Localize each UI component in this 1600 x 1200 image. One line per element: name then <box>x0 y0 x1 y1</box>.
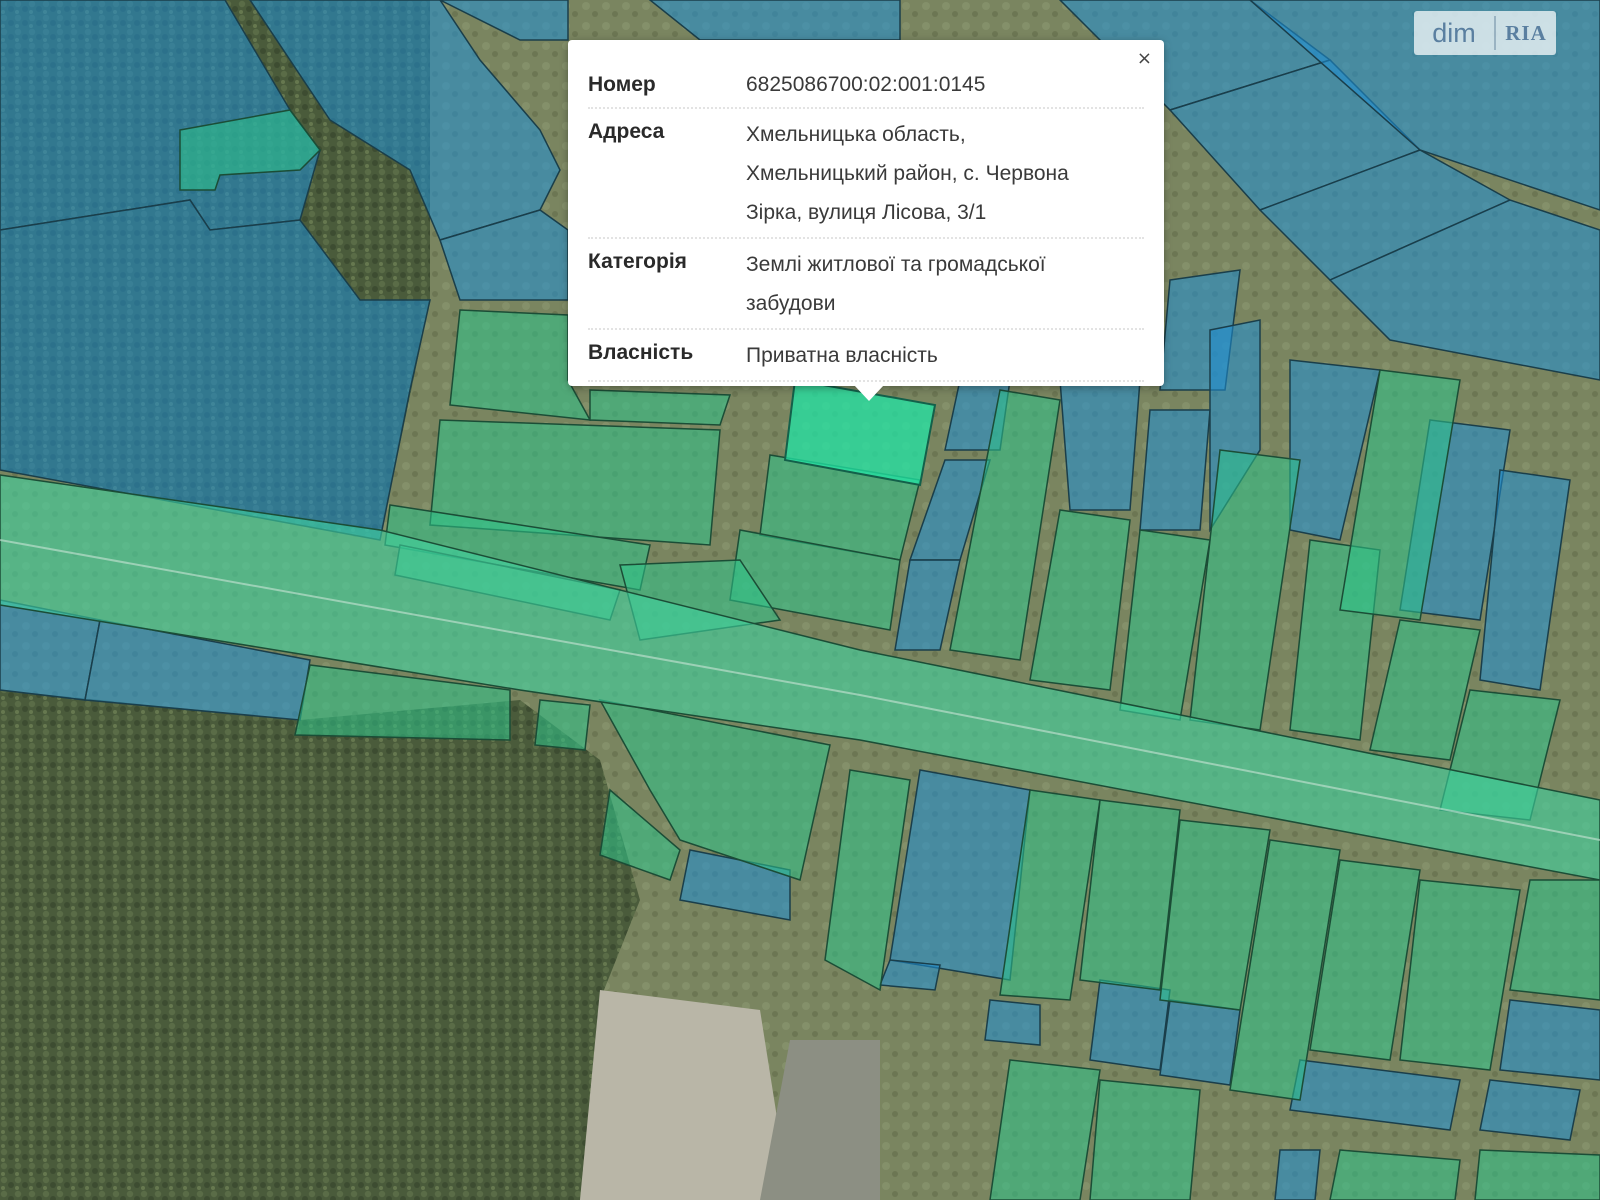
info-key: Власність <box>588 341 694 364</box>
info-value-line: Приватна власність <box>746 344 938 367</box>
parcel[interactable] <box>1499 999 1600 1081</box>
parcel[interactable] <box>989 1059 1101 1200</box>
info-value-line: забудови <box>746 292 836 315</box>
info-key: Номер <box>588 73 656 96</box>
parcel[interactable] <box>1274 1149 1321 1200</box>
parcel[interactable] <box>589 389 732 426</box>
info-row-category: Категорія Землі житлової та громадської … <box>588 239 1144 330</box>
parcel[interactable] <box>1474 1149 1600 1200</box>
parcel[interactable] <box>1479 1079 1581 1141</box>
info-row-number: Номер 6825086700:02:001:0145 <box>588 62 1144 109</box>
parcel[interactable] <box>1139 409 1211 531</box>
parcel[interactable] <box>1089 979 1171 1071</box>
parcel[interactable] <box>1059 379 1141 511</box>
info-value: Землі житлової та громадської забудови <box>746 245 1144 323</box>
info-value-line: Хмельницький район, с. Червона <box>746 162 1069 185</box>
info-key: Адреса <box>588 120 665 143</box>
parcel[interactable] <box>1089 1079 1201 1200</box>
logo-ria-text: RIA <box>1505 20 1547 45</box>
logo-dim-text: dim <box>1414 16 1496 50</box>
info-value: Приватна власність <box>746 336 1144 375</box>
close-icon[interactable]: × <box>1137 50 1152 68</box>
info-value: 6825086700:02:001:0145 <box>746 68 1144 102</box>
info-value-line: 6825086700:02:001:0145 <box>746 73 986 96</box>
info-key: Категорія <box>588 250 687 273</box>
parcel[interactable] <box>984 999 1041 1046</box>
popup-pointer <box>854 385 884 401</box>
parcel[interactable] <box>1159 999 1241 1086</box>
info-value-line: Землі житлової та громадської <box>746 253 1046 276</box>
parcel[interactable] <box>534 699 591 751</box>
parcel[interactable] <box>878 959 941 991</box>
info-row-address: Адреса Хмельницька область, Хмельницький… <box>588 109 1144 239</box>
parcel-info-popup: × Номер 6825086700:02:001:0145 Адреса Хм… <box>568 40 1164 401</box>
watermark-logo: dim RIA <box>1414 11 1556 55</box>
info-value: Хмельницька область, Хмельницький район,… <box>746 115 1144 232</box>
gravel-lot <box>580 990 790 1200</box>
info-row-ownership: Власність Приватна власність <box>588 330 1144 382</box>
forest-area <box>0 690 640 1200</box>
info-value-line: Зірка, вулиця Лісова, 3/1 <box>746 201 987 224</box>
info-value-line: Хмельницька область, <box>746 123 966 146</box>
